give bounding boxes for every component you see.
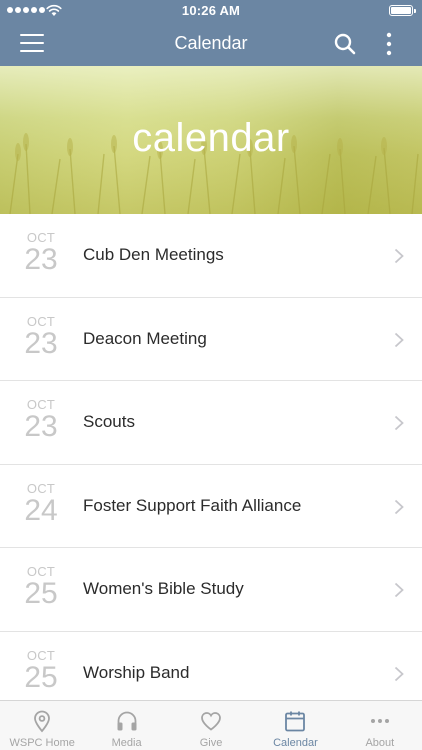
chevron-right-icon <box>394 499 404 514</box>
battery-icon <box>389 5 416 16</box>
event-day: 25 <box>24 577 58 610</box>
event-list: OCT 23 Cub Den Meetings OCT 23 Deacon Me… <box>0 214 422 700</box>
hero-banner: calendar <box>0 66 422 214</box>
status-time: 10:26 AM <box>181 3 241 18</box>
event-date: OCT 25 <box>18 648 64 694</box>
calendar-icon <box>285 711 306 732</box>
event-row[interactable]: OCT 25 Women's Bible Study <box>0 548 422 632</box>
ellipsis-icon <box>370 719 389 723</box>
tab-label: About <box>365 737 395 749</box>
event-title: Deacon Meeting <box>83 328 207 348</box>
tab-give[interactable]: Give <box>169 701 253 750</box>
tab-calendar[interactable]: Calendar <box>253 701 337 750</box>
tab-label: Give <box>199 737 223 749</box>
chevron-right-icon <box>394 332 404 347</box>
event-day: 24 <box>24 493 58 527</box>
more-vertical-icon[interactable] <box>382 31 396 57</box>
event-title: Cub Den Meetings <box>83 245 224 264</box>
event-row[interactable]: OCT 23 Cub Den Meetings <box>0 214 422 298</box>
event-date: OCT 23 <box>18 231 64 275</box>
event-day: 23 <box>24 326 58 360</box>
chevron-right-icon <box>394 582 404 598</box>
tab-label: WSPC Home <box>9 737 75 749</box>
heart-icon <box>201 712 221 731</box>
event-row[interactable]: OCT 25 Worship Band <box>0 631 422 700</box>
event-day: 25 <box>24 660 58 694</box>
event-title: Worship Band <box>83 662 190 682</box>
event-row[interactable]: OCT 23 Deacon Meeting <box>0 297 422 381</box>
tab-label: Calendar <box>273 737 318 749</box>
event-day: 23 <box>24 243 58 276</box>
chevron-right-icon <box>394 666 404 681</box>
chevron-right-icon <box>394 248 404 264</box>
event-row[interactable]: OCT 24 Foster Support Faith Alliance <box>0 464 422 548</box>
hero-title: calendar <box>132 116 290 160</box>
event-day: 23 <box>24 410 58 443</box>
event-date: OCT 24 <box>18 481 64 527</box>
headphones-icon <box>117 711 137 731</box>
search-icon[interactable] <box>333 32 357 56</box>
chevron-right-icon <box>394 415 404 431</box>
status-bar: 10:26 AM <box>0 0 422 22</box>
event-date: OCT 25 <box>18 565 64 609</box>
tab-bar: WSPC Home Media Give Calendar About <box>0 700 422 750</box>
event-title: Foster Support Faith Alliance <box>83 495 302 515</box>
event-date: OCT 23 <box>18 314 64 360</box>
event-title: Scouts <box>83 412 135 431</box>
event-date: OCT 23 <box>18 398 64 442</box>
tab-wspc-home[interactable]: WSPC Home <box>0 701 84 750</box>
location-pin-icon <box>34 710 51 733</box>
tab-about[interactable]: About <box>338 701 422 750</box>
event-row[interactable]: OCT 23 Scouts <box>0 381 422 465</box>
tab-label: Media <box>111 737 142 749</box>
nav-bar: Calendar <box>0 22 422 66</box>
page-title: Calendar <box>174 33 248 53</box>
event-title: Women's Bible Study <box>83 579 244 598</box>
tab-media[interactable]: Media <box>84 701 168 750</box>
